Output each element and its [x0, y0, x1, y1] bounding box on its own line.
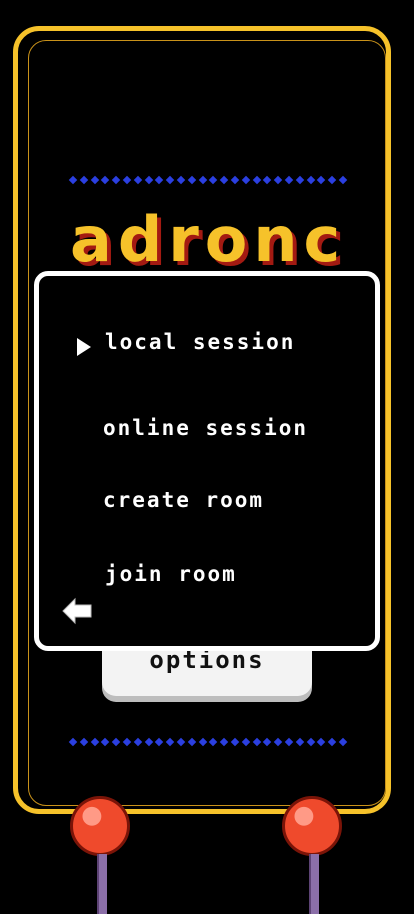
dot-icon: [176, 737, 186, 747]
dot-icon: [79, 175, 89, 185]
dot-icon: [327, 737, 337, 747]
dot-icon: [144, 175, 153, 185]
dot-icon: [327, 175, 337, 185]
dot-icon: [295, 175, 304, 185]
dot-icon: [284, 175, 294, 185]
dot-icon: [101, 175, 110, 185]
dot-icon: [165, 737, 175, 747]
dot-icon: [230, 175, 240, 185]
dot-icon: [176, 175, 186, 185]
dot-icon: [230, 737, 240, 747]
top-dot-divider: [68, 175, 348, 185]
dot-icon: [111, 175, 121, 185]
dot-icon: [90, 175, 99, 185]
joystick-stick: [97, 854, 107, 914]
dot-icon: [252, 175, 261, 185]
dot-icon: [295, 737, 304, 747]
dot-icon: [273, 175, 283, 185]
dot-icon: [252, 737, 261, 747]
joystick-stick: [309, 854, 319, 914]
session-menu-panel: local session online session create room…: [34, 271, 380, 651]
dot-icon: [306, 175, 315, 185]
dot-icon: [122, 737, 132, 747]
menu-item-create-room[interactable]: create room: [103, 488, 264, 512]
dot-icon: [165, 175, 175, 185]
dot-icon: [90, 737, 99, 747]
dot-icon: [219, 175, 229, 185]
dot-icon: [133, 737, 143, 747]
dot-icon: [198, 175, 207, 185]
dot-icon: [68, 175, 78, 185]
dot-icon: [317, 175, 326, 185]
dot-icon: [209, 175, 218, 185]
dot-icon: [101, 737, 110, 747]
dot-icon: [155, 175, 164, 185]
dot-icon: [187, 737, 197, 747]
dot-icon: [144, 737, 153, 747]
game-title: adronc: [70, 203, 347, 276]
dot-icon: [122, 175, 132, 185]
menu-item-online-session[interactable]: online session: [103, 416, 308, 440]
dot-icon: [317, 737, 326, 747]
dot-icon: [338, 737, 348, 747]
dot-icon: [263, 175, 272, 185]
joystick-ball: [282, 796, 342, 856]
dot-icon: [338, 175, 348, 185]
dot-icon: [241, 175, 250, 185]
right-joystick-icon: [282, 796, 344, 914]
dot-icon: [111, 737, 121, 747]
dot-icon: [68, 737, 78, 747]
dot-icon: [306, 737, 315, 747]
menu-item-join-room[interactable]: join room: [105, 562, 237, 586]
menu-item-local-session[interactable]: local session: [105, 330, 295, 354]
dot-icon: [187, 175, 197, 185]
dot-icon: [198, 737, 207, 747]
dot-icon: [241, 737, 250, 747]
dot-icon: [219, 737, 229, 747]
dot-icon: [209, 737, 218, 747]
left-joystick-icon: [70, 796, 132, 914]
dot-icon: [284, 737, 294, 747]
dot-icon: [263, 737, 272, 747]
dot-icon: [155, 737, 164, 747]
joystick-ball: [70, 796, 130, 856]
back-arrow-icon[interactable]: [61, 596, 95, 626]
dot-icon: [133, 175, 143, 185]
selection-pointer-icon: [77, 338, 91, 356]
dot-icon: [273, 737, 283, 747]
bottom-dot-divider: [68, 737, 348, 747]
dot-icon: [79, 737, 89, 747]
